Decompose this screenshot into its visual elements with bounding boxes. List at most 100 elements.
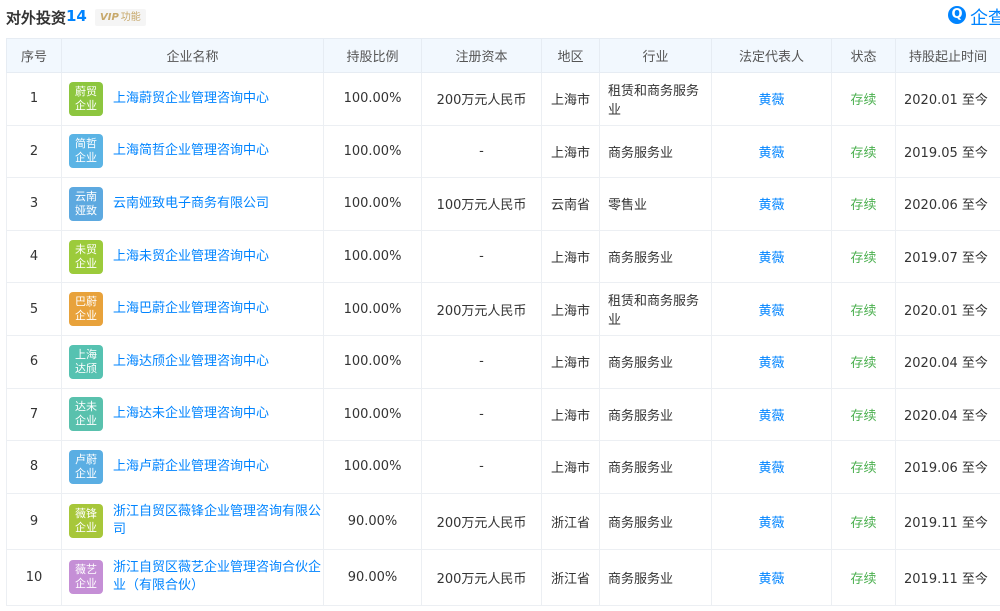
registered-capital: 200万元人民币 bbox=[421, 72, 542, 126]
share-ratio: 100.00% bbox=[323, 229, 422, 284]
status-badge: 存续 bbox=[831, 229, 896, 284]
region: 云南省 bbox=[541, 177, 600, 231]
industry: 商务服务业 bbox=[599, 334, 712, 389]
table-row[interactable]: 3 云南 娅致 云南娅致电子商务有限公司 100.00% 100万元人民币 云南省 零售业黄… bbox=[6, 177, 1000, 231]
col-header-industry[interactable]: 行业 bbox=[599, 38, 712, 73]
col-header-legal-rep[interactable]: 法定代表人 bbox=[711, 38, 832, 73]
industry: 商务服务业 bbox=[599, 124, 712, 179]
status-badge: 存续 bbox=[831, 387, 896, 442]
table-row[interactable]: 1 蔚贸 企业 上海蔚贸企业管理咨询中心 100.00% 200万元人民币 上海市 租赁和商… bbox=[6, 72, 1000, 126]
company-cell: 巴蔚 企业 上海巴蔚企业管理咨询中心 bbox=[61, 282, 324, 336]
holding-period: 2020.01 至今 bbox=[895, 282, 1000, 336]
company-logo-icon: 简哲 企业 bbox=[69, 134, 103, 169]
industry: 商务服务业 bbox=[599, 492, 712, 550]
company-cell: 薇艺 企业 浙江自贸区薇艺企业管理咨询合伙企业（有限合伙） bbox=[61, 548, 324, 606]
row-index: 8 bbox=[6, 440, 62, 494]
col-header-index[interactable]: 序号 bbox=[6, 38, 62, 73]
company-cell: 简哲 企业 上海简哲企业管理咨询中心 bbox=[61, 124, 324, 179]
holding-period: 2019.11 至今 bbox=[895, 492, 1000, 550]
company-cell: 蔚贸 企业 上海蔚贸企业管理咨询中心 bbox=[61, 72, 324, 126]
share-ratio: 100.00% bbox=[323, 282, 422, 336]
share-ratio: 90.00% bbox=[323, 548, 422, 606]
investment-count: 14 bbox=[66, 7, 87, 25]
table-row[interactable]: 7 达未 企业 上海达未企业管理咨询中心 100.00% - 上海市 商务服务业 黄薇 存续 20… bbox=[6, 387, 1000, 442]
vip-tag: VIP bbox=[100, 12, 119, 23]
holding-period: 2020.04 至今 bbox=[895, 387, 1000, 442]
share-ratio: 100.00% bbox=[323, 72, 422, 126]
industry: 商务服务业 bbox=[599, 387, 712, 442]
status-badge: 存续 bbox=[831, 124, 896, 179]
industry: 商务服务业 bbox=[599, 229, 712, 284]
company-logo-icon: 上海 达颀 bbox=[69, 344, 103, 379]
company-logo-icon: 达未 企业 bbox=[69, 397, 103, 432]
company-cell: 未贸 企业 上海未贸企业管理咨询中心 bbox=[61, 229, 324, 284]
holding-period: 2020.06 至今 bbox=[895, 177, 1000, 231]
row-index: 5 bbox=[6, 282, 62, 336]
region: 上海市 bbox=[541, 334, 600, 389]
table-header-row: 序号 企业名称 持股比例 注册资本 地区 行业 法定代表人 状态 持股起止时间 bbox=[6, 38, 1000, 73]
region: 上海市 bbox=[541, 72, 600, 126]
legal-rep-link[interactable]: 黄薇 bbox=[711, 334, 832, 389]
legal-rep-link[interactable]: 黄薇 bbox=[711, 282, 832, 336]
table-row[interactable]: 6 上海 达颀 上海达颀企业管理咨询中心 100.00% - 上海市 商务服务业 黄薇 存续 20… bbox=[6, 334, 1000, 389]
holding-period: 2019.06 至今 bbox=[895, 440, 1000, 494]
company-name-link[interactable]: 云南娅致电子商务有限公司 bbox=[113, 195, 269, 213]
row-index: 2 bbox=[6, 124, 62, 179]
legal-rep-link[interactable]: 黄薇 bbox=[711, 229, 832, 284]
legal-rep-link[interactable]: 黄薇 bbox=[711, 548, 832, 606]
table-row[interactable]: 2 简哲 企业 上海简哲企业管理咨询中心 100.00% - 上海市 商务服务业 黄薇 存续 20… bbox=[6, 124, 1000, 179]
industry: 租赁和商务服务业 bbox=[599, 72, 712, 126]
section-title: 对外投资 bbox=[6, 9, 67, 27]
legal-rep-link[interactable]: 黄薇 bbox=[711, 492, 832, 550]
region: 浙江省 bbox=[541, 548, 600, 606]
status-badge: 存续 bbox=[831, 334, 896, 389]
legal-rep-link[interactable]: 黄薇 bbox=[711, 387, 832, 442]
registered-capital: 100万元人民币 bbox=[421, 177, 542, 231]
company-name-link[interactable]: 上海达颀企业管理咨询中心 bbox=[113, 353, 269, 371]
legal-rep-link[interactable]: 黄薇 bbox=[711, 177, 832, 231]
col-header-region[interactable]: 地区 bbox=[541, 38, 600, 73]
brand-text: 企查 bbox=[970, 8, 1000, 29]
company-name-link[interactable]: 上海达未企业管理咨询中心 bbox=[113, 405, 269, 423]
legal-rep-link[interactable]: 黄薇 bbox=[711, 440, 832, 494]
col-header-period[interactable]: 持股起止时间 bbox=[895, 38, 1000, 73]
company-name-link[interactable]: 上海巴蔚企业管理咨询中心 bbox=[113, 300, 269, 318]
registered-capital: 200万元人民币 bbox=[421, 492, 542, 550]
table-row[interactable]: 4 未贸 企业 上海未贸企业管理咨询中心 100.00% - 上海市 商务服务业 黄薇 存续 20… bbox=[6, 229, 1000, 284]
legal-rep-link[interactable]: 黄薇 bbox=[711, 124, 832, 179]
row-index: 3 bbox=[6, 177, 62, 231]
industry: 商务服务业 bbox=[599, 548, 712, 606]
company-name-link[interactable]: 上海卢蔚企业管理咨询中心 bbox=[113, 458, 269, 476]
company-logo-icon: 未贸 企业 bbox=[69, 239, 103, 274]
col-header-status[interactable]: 状态 bbox=[831, 38, 896, 73]
company-logo-icon: 薇艺 企业 bbox=[69, 560, 103, 595]
region: 上海市 bbox=[541, 229, 600, 284]
table-row[interactable]: 9 薇锋 企业 浙江自贸区薇锋企业管理咨询有限公司 90.00% 200万元人民币 浙江省… bbox=[6, 492, 1000, 550]
col-header-capital[interactable]: 注册资本 bbox=[421, 38, 542, 73]
company-name-link[interactable]: 上海蔚贸企业管理咨询中心 bbox=[113, 90, 269, 108]
registered-capital: - bbox=[421, 124, 542, 179]
table-row[interactable]: 5 巴蔚 企业 上海巴蔚企业管理咨询中心 100.00% 200万元人民币 上海市 租赁和商… bbox=[6, 282, 1000, 336]
table-row[interactable]: 10 薇艺 企业 浙江自贸区薇艺企业管理咨询合伙企业（有限合伙） 90.00% 200万… bbox=[6, 548, 1000, 606]
share-ratio: 100.00% bbox=[323, 334, 422, 389]
industry: 商务服务业 bbox=[599, 440, 712, 494]
row-index: 10 bbox=[6, 548, 62, 606]
company-name-link[interactable]: 上海简哲企业管理咨询中心 bbox=[113, 142, 269, 160]
region: 上海市 bbox=[541, 440, 600, 494]
row-index: 4 bbox=[6, 229, 62, 284]
company-logo-icon: 薇锋 企业 bbox=[69, 504, 103, 539]
share-ratio: 100.00% bbox=[323, 387, 422, 442]
vip-badge[interactable]: VIP 功能 bbox=[95, 9, 146, 26]
row-index: 1 bbox=[6, 72, 62, 126]
section-header: 对外投资 14 VIP 功能 Q 企查 bbox=[0, 0, 1000, 36]
table-row[interactable]: 8 卢蔚 企业 上海卢蔚企业管理咨询中心 100.00% - 上海市 商务服务业 黄薇 存续 20… bbox=[6, 440, 1000, 494]
company-logo-icon: 云南 娅致 bbox=[69, 186, 103, 221]
company-name-link[interactable]: 浙江自贸区薇锋企业管理咨询有限公司 bbox=[113, 503, 322, 539]
col-header-company[interactable]: 企业名称 bbox=[61, 38, 324, 73]
region: 上海市 bbox=[541, 282, 600, 336]
legal-rep-link[interactable]: 黄薇 bbox=[711, 72, 832, 126]
company-cell: 卢蔚 企业 上海卢蔚企业管理咨询中心 bbox=[61, 440, 324, 494]
company-name-link[interactable]: 上海未贸企业管理咨询中心 bbox=[113, 248, 269, 266]
company-name-link[interactable]: 浙江自贸区薇艺企业管理咨询合伙企业（有限合伙） bbox=[113, 559, 322, 595]
col-header-ratio[interactable]: 持股比例 bbox=[323, 38, 422, 73]
